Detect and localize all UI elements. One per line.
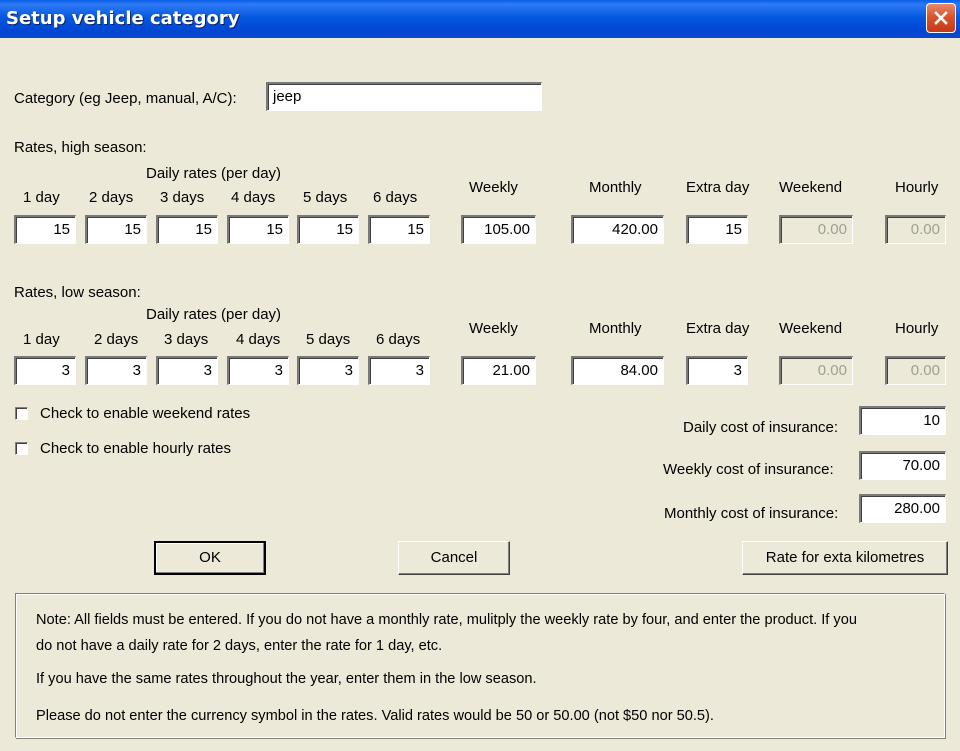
high-col-1-day: 1 day — [23, 189, 60, 206]
high-monthly-input[interactable]: 420.00 — [571, 215, 664, 244]
high-col-hourly: Hourly — [895, 179, 939, 196]
low-season-label: Rates, low season: — [14, 284, 141, 301]
hourly-rates-checkbox[interactable] — [15, 442, 28, 455]
high-weekend-input: 0.00 — [779, 215, 853, 244]
low-col-4-days: 4 days — [236, 331, 281, 348]
category-input[interactable]: jeep — [266, 82, 542, 111]
low-day2-input[interactable]: 3 — [85, 356, 147, 385]
low-col-weekly: Weekly — [469, 320, 518, 337]
low-col-extra-day: Extra day — [686, 320, 750, 337]
title-bar[interactable]: Setup vehicle category — [0, 0, 960, 38]
low-col-6-days: 6 days — [376, 331, 421, 348]
daily-insurance-input[interactable]: 10 — [859, 406, 946, 435]
high-col-2-days: 2 days — [89, 189, 134, 206]
low-monthly-input[interactable]: 84.00 — [571, 356, 664, 385]
high-col-extra-day: Extra day — [686, 179, 750, 196]
high-col-monthly: Monthly — [589, 179, 642, 196]
hourly-rates-label[interactable]: Check to enable hourly rates — [40, 440, 231, 457]
weekly-insurance-label: Weekly cost of insurance: — [663, 461, 834, 478]
high-col-5-days: 5 days — [303, 189, 348, 206]
low-day3-input[interactable]: 3 — [156, 356, 218, 385]
low-weekend-input: 0.00 — [779, 356, 853, 385]
low-col-1-day: 1 day — [23, 331, 60, 348]
high-daily-rates-header: Daily rates (per day) — [146, 165, 282, 182]
note-line-3: If you have the same rates throughout th… — [36, 671, 537, 687]
ok-button[interactable]: OK — [154, 541, 266, 575]
high-hourly-input: 0.00 — [885, 215, 946, 244]
high-col-4-days: 4 days — [231, 189, 276, 206]
notes-panel: Note: All fields must be entered. If you… — [15, 593, 945, 738]
low-day5-input[interactable]: 3 — [297, 356, 359, 385]
high-day3-input[interactable]: 15 — [156, 215, 218, 244]
window-title: Setup vehicle category — [6, 8, 240, 29]
monthly-insurance-input[interactable]: 280.00 — [859, 494, 946, 523]
low-col-3-days: 3 days — [164, 331, 209, 348]
high-day4-input[interactable]: 15 — [227, 215, 289, 244]
daily-insurance-label: Daily cost of insurance: — [683, 419, 839, 436]
note-line-1: Note: All fields must be entered. If you… — [36, 612, 857, 628]
category-label: Category (eg Jeep, manual, A/C): — [14, 90, 237, 107]
low-col-monthly: Monthly — [589, 320, 642, 337]
weekly-insurance-input[interactable]: 70.00 — [859, 451, 946, 480]
low-col-5-days: 5 days — [306, 331, 351, 348]
low-day6-input[interactable]: 3 — [368, 356, 430, 385]
high-day5-input[interactable]: 15 — [297, 215, 359, 244]
high-day2-input[interactable]: 15 — [85, 215, 147, 244]
high-weekly-input[interactable]: 105.00 — [461, 215, 536, 244]
low-day1-input[interactable]: 3 — [14, 356, 76, 385]
weekend-rates-checkbox[interactable] — [15, 407, 28, 420]
low-col-weekend: Weekend — [779, 320, 843, 337]
low-day4-input[interactable]: 3 — [227, 356, 289, 385]
note-line-4: Please do not enter the currency symbol … — [36, 708, 714, 724]
note-line-2: do not have a daily rate for 2 days, ent… — [36, 638, 443, 654]
extra-kilometres-button[interactable]: Rate for exta kilometres — [742, 541, 948, 575]
low-weekly-input[interactable]: 21.00 — [461, 356, 536, 385]
setup-vehicle-category-dialog: Setup vehicle category Category (eg Jeep… — [0, 0, 960, 751]
high-day1-input[interactable]: 15 — [14, 215, 76, 244]
high-col-weekly: Weekly — [469, 179, 518, 196]
low-col-hourly: Hourly — [895, 320, 939, 337]
high-col-3-days: 3 days — [160, 189, 205, 206]
high-col-6-days: 6 days — [373, 189, 418, 206]
low-daily-rates-header: Daily rates (per day) — [146, 306, 282, 323]
low-col-2-days: 2 days — [94, 331, 139, 348]
high-col-weekend: Weekend — [779, 179, 843, 196]
low-hourly-input: 0.00 — [885, 356, 946, 385]
cancel-button[interactable]: Cancel — [398, 541, 510, 575]
close-icon — [934, 11, 948, 25]
weekend-rates-label[interactable]: Check to enable weekend rates — [40, 405, 250, 422]
monthly-insurance-label: Monthly cost of insurance: — [664, 505, 839, 522]
close-button[interactable] — [926, 3, 956, 33]
high-season-label: Rates, high season: — [14, 139, 147, 156]
high-extra-day-input[interactable]: 15 — [686, 215, 748, 244]
low-extra-day-input[interactable]: 3 — [686, 356, 748, 385]
high-day6-input[interactable]: 15 — [368, 215, 430, 244]
